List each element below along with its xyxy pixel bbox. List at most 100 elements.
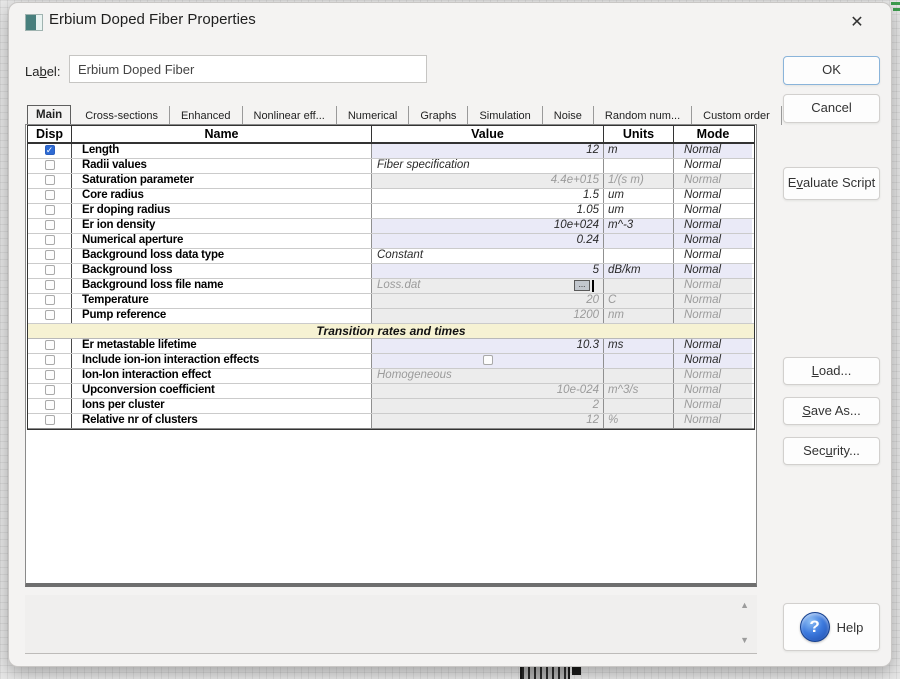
security-label-pre: Sec: [803, 443, 826, 458]
param-value: 5: [372, 264, 604, 278]
tab-main[interactable]: Main: [27, 105, 72, 126]
param-name: Background loss file name: [72, 279, 372, 293]
tab-random-num[interactable]: Random num...: [594, 106, 693, 125]
disp-checkbox[interactable]: [44, 190, 55, 200]
label-field-caption: Label:: [25, 64, 60, 79]
param-row: Background loss 5 dB/km Normal: [28, 264, 754, 279]
tab-graphs[interactable]: Graphs: [409, 106, 469, 125]
param-value: 12: [372, 414, 604, 428]
tab-custom-order[interactable]: Custom order: [692, 106, 782, 125]
param-row: Ions per cluster 2 Normal: [28, 399, 754, 414]
disp-checkbox[interactable]: ✓: [44, 145, 55, 155]
param-name: Pump reference: [72, 309, 372, 323]
column-header-mode: Mode: [696, 127, 730, 141]
param-value: 1.05: [372, 204, 604, 218]
param-name: Core radius: [72, 189, 372, 203]
param-mode: Normal: [674, 414, 752, 428]
label-caption-pre: La: [25, 64, 40, 79]
param-row: Background loss file name Loss.dat... Norm…: [28, 279, 754, 294]
help-button[interactable]: ? Help: [783, 603, 880, 651]
load-button[interactable]: Load...: [783, 357, 880, 385]
disp-checkbox[interactable]: [44, 250, 55, 260]
param-mode: Normal: [674, 369, 752, 383]
tab-numerical[interactable]: Numerical: [337, 106, 410, 125]
disp-checkbox[interactable]: [44, 310, 55, 320]
param-units: um: [604, 204, 674, 218]
browse-button[interactable]: ...: [574, 280, 590, 291]
disp-cell: [28, 399, 72, 413]
disp-cell: [28, 234, 72, 248]
column-header-name: Name: [72, 126, 372, 142]
param-mode: Normal: [674, 174, 752, 188]
param-units: [604, 159, 674, 173]
tab-nonlinear-eff[interactable]: Nonlinear eff...: [243, 106, 337, 125]
param-row: Saturation parameter 4.4e+015 1/(s m) Norma…: [28, 174, 754, 189]
disp-checkbox[interactable]: [44, 400, 55, 410]
disp-checkbox[interactable]: [44, 280, 55, 290]
evaluate-script-button[interactable]: Evaluate Script: [783, 167, 880, 200]
disp-cell: [28, 309, 72, 323]
workspace-canvas: Erbium Doped Fiber Properties ✕ Label: M…: [0, 0, 900, 679]
tab-simulation[interactable]: Simulation: [468, 106, 543, 125]
disp-checkbox[interactable]: [44, 265, 55, 275]
param-mode: Normal: [674, 189, 752, 203]
disp-checkbox[interactable]: [44, 415, 55, 425]
evaluate-label-post: aluate Script: [802, 175, 876, 190]
parameter-table-frame: Disp Name Value Units Mode ✓ Length 12 m Normal R…: [25, 124, 757, 587]
param-name: Ion-Ion interaction effect: [72, 369, 372, 383]
param-mode: Normal: [674, 279, 752, 293]
param-units: nm: [604, 309, 674, 323]
scroll-down-icon[interactable]: ▼: [740, 635, 749, 645]
param-name: Er doping radius: [72, 204, 372, 218]
ok-button[interactable]: OK: [783, 56, 880, 85]
param-value: 1.5: [372, 189, 604, 203]
disp-cell: [28, 339, 72, 353]
file-name: Loss.dat: [377, 279, 421, 291]
disp-checkbox[interactable]: [44, 340, 55, 350]
disp-checkbox[interactable]: [44, 370, 55, 380]
save-as-button[interactable]: Save As...: [783, 397, 880, 425]
param-name: Relative nr of clusters: [72, 414, 372, 428]
tab-enhanced[interactable]: Enhanced: [170, 106, 243, 125]
param-units: C: [604, 294, 674, 308]
disp-cell: [28, 264, 72, 278]
param-name: Upconversion coefficient: [72, 384, 372, 398]
disp-checkbox[interactable]: [44, 175, 55, 185]
component-icon: [25, 14, 43, 31]
param-row: Er doping radius 1.05 um Normal: [28, 204, 754, 219]
security-label-post: rity...: [832, 443, 860, 458]
param-units: [604, 279, 674, 293]
disp-checkbox[interactable]: [44, 160, 55, 170]
param-units: m^-3: [604, 219, 674, 233]
close-icon[interactable]: ✕: [843, 9, 871, 37]
param-units: ms: [604, 339, 674, 353]
disp-checkbox[interactable]: [44, 220, 55, 230]
disp-cell: [28, 369, 72, 383]
cancel-button[interactable]: Cancel: [783, 94, 880, 123]
disp-checkbox[interactable]: [44, 295, 55, 305]
parameter-table: Disp Name Value Units Mode ✓ Length 12 m Normal R…: [27, 125, 755, 430]
param-mode: Normal: [674, 249, 752, 263]
param-name: Er metastable lifetime: [72, 339, 372, 353]
security-button[interactable]: Security...: [783, 437, 880, 465]
disp-checkbox[interactable]: [44, 385, 55, 395]
tab-noise[interactable]: Noise: [543, 106, 594, 125]
param-units: m^3/s: [604, 384, 674, 398]
component-port-icon: [572, 666, 581, 675]
param-name: Ions per cluster: [72, 399, 372, 413]
param-row: ✓ Length 12 m Normal: [28, 144, 754, 159]
disp-cell: [28, 279, 72, 293]
value-checkbox[interactable]: [482, 355, 493, 365]
disp-checkbox[interactable]: [44, 205, 55, 215]
param-name: Numerical aperture: [72, 234, 372, 248]
param-row: Core radius 1.5 um Normal: [28, 189, 754, 204]
param-value: 4.4e+015: [372, 174, 604, 188]
dialog-title: Erbium Doped Fiber Properties: [49, 11, 256, 28]
tab-cross-sections[interactable]: Cross-sections: [74, 106, 170, 125]
param-mode: Normal: [674, 309, 752, 323]
param-units: [604, 399, 674, 413]
scroll-up-icon[interactable]: ▲: [740, 600, 749, 610]
label-input[interactable]: [69, 55, 427, 83]
disp-checkbox[interactable]: [44, 355, 55, 365]
disp-checkbox[interactable]: [44, 235, 55, 245]
